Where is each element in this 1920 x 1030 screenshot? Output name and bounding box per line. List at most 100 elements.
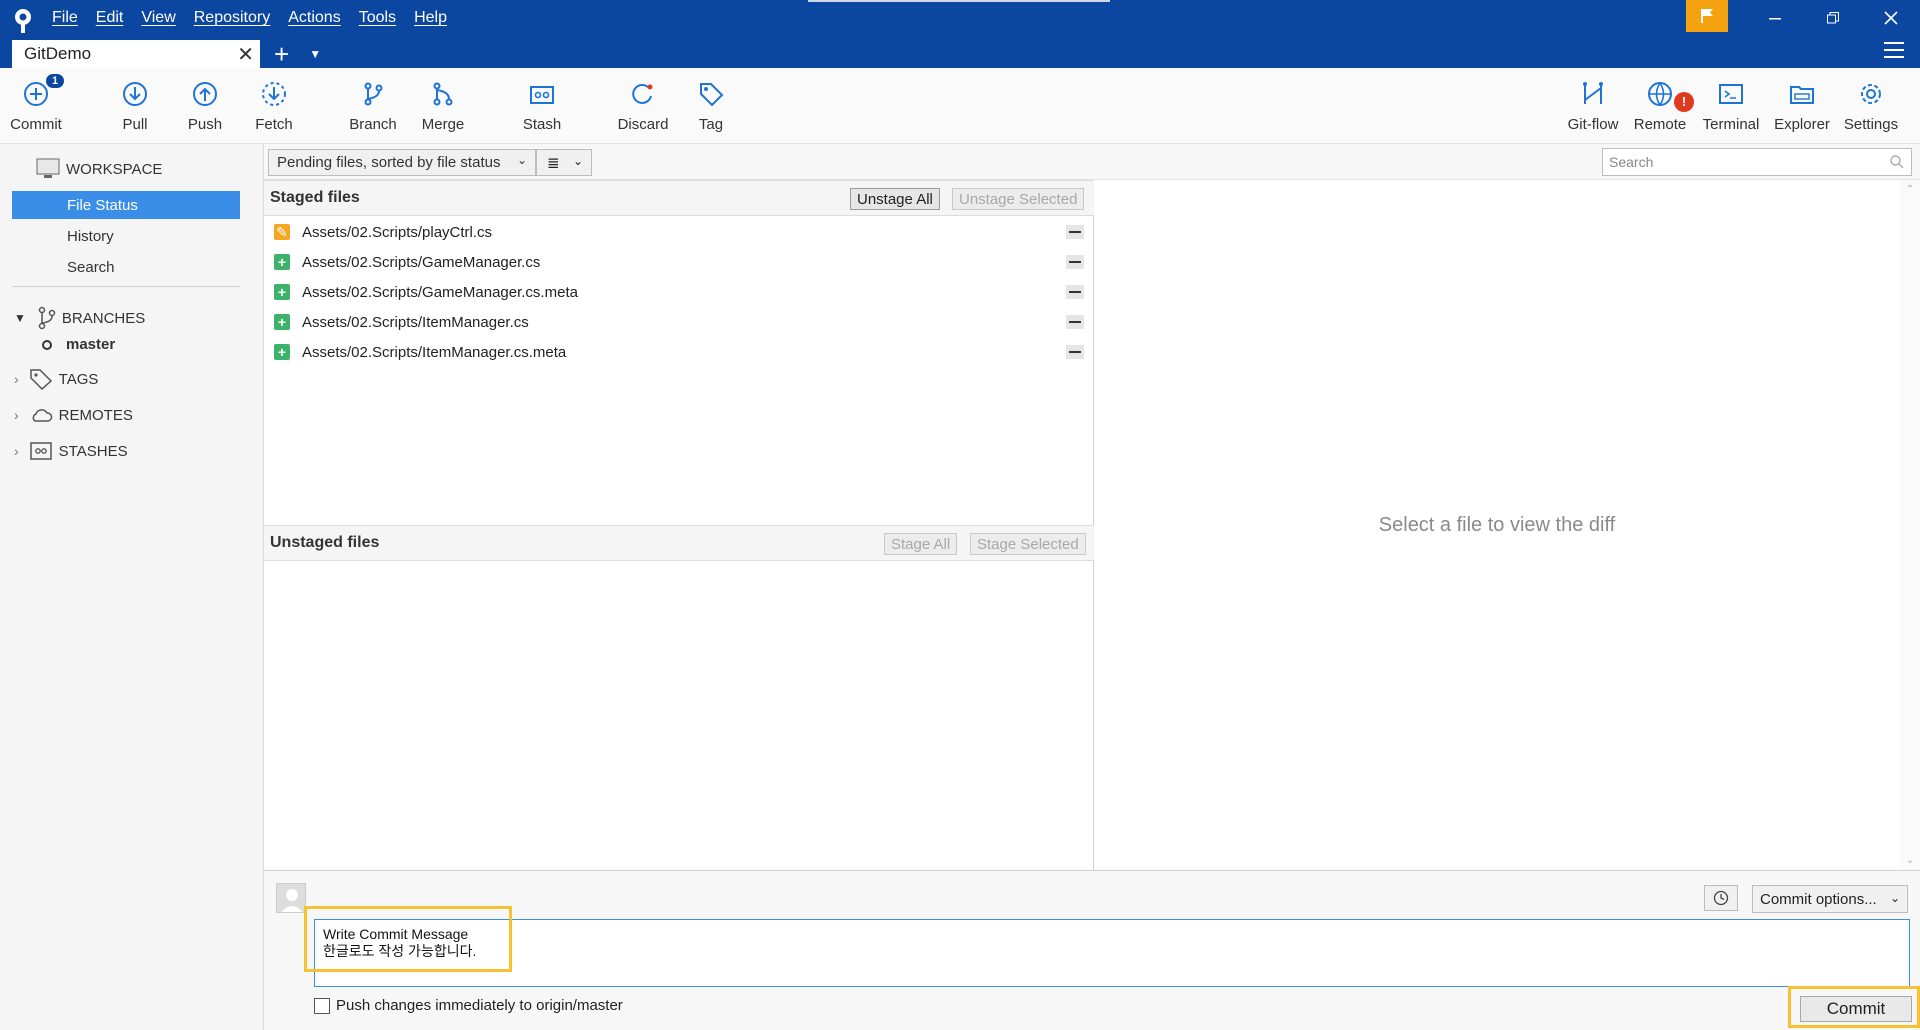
expanded-chevron-icon: ▼ xyxy=(14,311,26,325)
staged-files-panel: Staged files Unstage All Unstage Selecte… xyxy=(264,180,1094,525)
stash-label: Stash xyxy=(522,116,562,133)
unstage-file-button[interactable] xyxy=(1066,315,1084,329)
file-path: Assets/02.Scripts/ItemManager.cs.meta xyxy=(302,343,567,361)
current-branch-icon xyxy=(42,339,52,350)
fetch-button[interactable]: Fetch xyxy=(255,78,293,140)
scroll-up-icon[interactable]: ⌃ xyxy=(1906,184,1914,195)
push-checkbox[interactable] xyxy=(314,997,330,1014)
workspace-label: WORKSPACE xyxy=(66,160,163,178)
minimize-button[interactable] xyxy=(1746,0,1804,36)
menu-help[interactable]: Help xyxy=(414,8,457,28)
branch-icon xyxy=(357,78,389,110)
sidebar-tags-header[interactable]: › TAGS xyxy=(14,368,98,390)
unstage-all-button[interactable]: Unstage All xyxy=(850,188,940,210)
file-sort-dropdown[interactable]: Pending files, sorted by file status ⌄ xyxy=(268,149,536,176)
restore-button[interactable] xyxy=(1804,0,1862,36)
branch-button[interactable]: Branch xyxy=(349,78,397,140)
remote-icon: ! xyxy=(1644,78,1694,112)
staged-file-row[interactable]: ✎ Assets/02.Scripts/playCtrl.cs xyxy=(274,218,1084,246)
stage-selected-button[interactable]: Stage Selected xyxy=(970,533,1086,555)
staged-file-row[interactable]: + Assets/02.Scripts/GameManager.cs.meta xyxy=(274,278,1084,306)
added-file-icon: + xyxy=(274,254,290,270)
menu-tools[interactable]: Tools xyxy=(359,8,406,28)
search-icon xyxy=(1890,155,1904,169)
unstage-file-button[interactable] xyxy=(1066,255,1084,269)
restore-icon xyxy=(1827,12,1839,24)
merge-label: Merge xyxy=(421,116,465,133)
branch-master[interactable]: master xyxy=(42,336,115,353)
sidebar-stashes-header[interactable]: › STASHES xyxy=(14,440,128,462)
settings-label: Settings xyxy=(1843,116,1899,133)
filter-bar: Pending files, sorted by file status ⌄ ≣… xyxy=(264,144,1920,180)
flag-button[interactable] xyxy=(1686,0,1728,32)
commit-history-button[interactable] xyxy=(1704,885,1738,911)
remotes-label: REMOTES xyxy=(58,406,133,424)
sidebar-branches-header[interactable]: ▼ BRANCHES xyxy=(14,306,145,330)
menu-actions[interactable]: Actions xyxy=(288,8,350,28)
terminal-label: Terminal xyxy=(1702,116,1760,133)
close-button[interactable] xyxy=(1862,0,1920,36)
menu-edit[interactable]: Edit xyxy=(96,8,134,28)
clock-icon xyxy=(1713,890,1729,906)
pull-button[interactable]: Pull xyxy=(119,78,151,140)
commit-message-input[interactable]: Write Commit Message 한글로도 작성 가능합니다. xyxy=(314,919,1910,987)
staged-files-title: Staged files xyxy=(270,189,360,206)
scroll-down-icon[interactable]: ⌄ xyxy=(1906,855,1914,866)
sidebar-workspace-header: WORKSPACE xyxy=(36,158,162,180)
stashes-label: STASHES xyxy=(58,442,128,460)
branch-label: Branch xyxy=(349,116,397,133)
tab-title: GitDemo xyxy=(24,44,92,63)
discard-icon xyxy=(627,78,659,110)
sidebar-item-search[interactable]: Search xyxy=(12,253,240,281)
push-icon xyxy=(189,78,221,110)
tab-dropdown-icon[interactable]: ▼ xyxy=(309,47,321,61)
push-button[interactable]: Push xyxy=(188,78,222,140)
unstage-selected-button[interactable]: Unstage Selected xyxy=(952,188,1085,210)
gitflow-button[interactable]: Git-flow xyxy=(1564,78,1622,140)
hamburger-menu-icon[interactable] xyxy=(1884,42,1904,60)
menu-view[interactable]: View xyxy=(141,8,185,28)
unstage-file-button[interactable] xyxy=(1066,225,1084,239)
diff-placeholder: Select a file to view the diff xyxy=(1378,513,1616,536)
new-tab-icon[interactable]: + xyxy=(274,41,289,67)
staged-file-row[interactable]: + Assets/02.Scripts/GameManager.cs xyxy=(274,248,1084,276)
tab-close-icon[interactable]: ✕ xyxy=(237,42,254,67)
sidebar-item-label: File Status xyxy=(67,196,138,214)
merge-button[interactable]: Merge xyxy=(420,78,466,140)
menu-file[interactable]: File xyxy=(52,8,88,28)
view-mode-dropdown[interactable]: ≣ ⌄ xyxy=(536,149,592,176)
search-input[interactable]: Search xyxy=(1602,148,1912,176)
diff-scrollbar[interactable]: ⌃ ⌄ xyxy=(1900,180,1920,870)
menu-repository[interactable]: Repository xyxy=(194,8,280,28)
staged-file-row[interactable]: + Assets/02.Scripts/ItemManager.cs xyxy=(274,308,1084,336)
sidebar-item-file-status[interactable]: File Status xyxy=(12,191,240,219)
remote-button[interactable]: ! Remote xyxy=(1632,78,1694,140)
discard-button[interactable]: Discard xyxy=(617,78,669,140)
push-immediately-option[interactable]: Push changes immediately to origin/maste… xyxy=(314,997,623,1014)
stage-all-button[interactable]: Stage All xyxy=(884,533,958,555)
unstage-file-button[interactable] xyxy=(1066,285,1084,299)
unstage-file-button[interactable] xyxy=(1066,345,1084,359)
terminal-button[interactable]: Terminal xyxy=(1700,78,1762,140)
sidebar-item-history[interactable]: History xyxy=(12,222,240,250)
sidebar-remotes-header[interactable]: › REMOTES xyxy=(14,404,133,426)
commit-toolbar-button[interactable]: 1 Commit xyxy=(6,74,66,140)
sidebar-divider xyxy=(12,286,240,287)
commit-options-label: Commit options... xyxy=(1760,890,1877,908)
tag-button[interactable]: Tag xyxy=(696,78,726,140)
explorer-button[interactable]: Explorer xyxy=(1772,78,1832,140)
branches-label: BRANCHES xyxy=(61,309,146,327)
monitor-icon xyxy=(36,158,60,178)
tag-icon xyxy=(29,369,52,390)
tab-gitdemo[interactable]: GitDemo ✕ xyxy=(12,40,260,68)
remote-label: Remote xyxy=(1633,116,1687,133)
gear-icon xyxy=(1855,78,1887,110)
staged-file-row[interactable]: + Assets/02.Scripts/ItemManager.cs.meta xyxy=(274,338,1084,366)
tag-icon xyxy=(695,78,727,110)
merge-icon xyxy=(427,78,459,110)
commit-options-dropdown[interactable]: Commit options... ⌄ xyxy=(1752,885,1908,913)
commit-button-highlight xyxy=(1788,986,1920,1028)
stash-button[interactable]: Stash xyxy=(522,78,562,140)
discard-label: Discard xyxy=(617,116,669,133)
settings-button[interactable]: Settings xyxy=(1842,78,1900,140)
